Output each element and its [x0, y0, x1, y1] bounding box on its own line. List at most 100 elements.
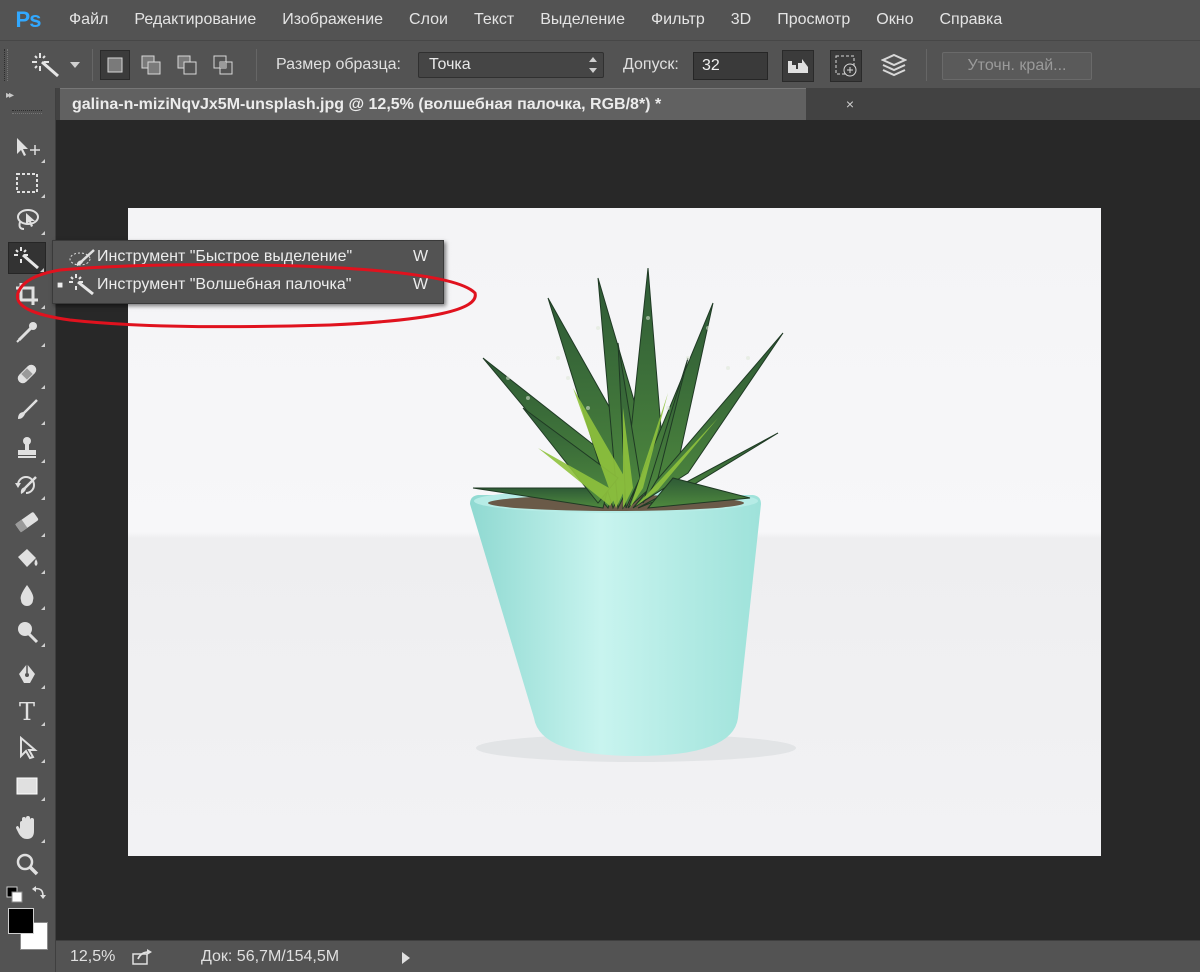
paint-bucket-icon: [18, 549, 38, 567]
menu-window[interactable]: Окно: [863, 0, 926, 40]
lasso-tool[interactable]: [8, 204, 46, 236]
crop-tool[interactable]: [8, 278, 46, 310]
blur-tool[interactable]: [8, 579, 46, 611]
menu-type[interactable]: Текст: [461, 0, 527, 40]
magic-wand-tool[interactable]: [8, 242, 46, 274]
flyout-item-label: Инструмент "Быстрое выделение": [97, 248, 353, 265]
menu-bar: Ps Файл Редактирование Изображение Слои …: [0, 0, 1200, 40]
flyout-item-label: Инструмент "Волшебная палочка": [97, 276, 352, 293]
type-icon: T: [19, 699, 35, 723]
intersect-selection-icon: [213, 55, 233, 75]
document-canvas[interactable]: [128, 208, 1101, 856]
type-tool[interactable]: T: [8, 695, 46, 727]
options-bar: Размер образца: Точка Допуск: 32 Уточн. …: [0, 40, 1200, 88]
swap-colors-icon[interactable]: [31, 884, 47, 900]
layers-icon: [881, 53, 907, 77]
menu-3d[interactable]: 3D: [718, 0, 764, 40]
default-colors-icon[interactable]: [6, 886, 24, 904]
marquee-icon: [16, 173, 38, 193]
hand-tool[interactable]: [8, 812, 46, 844]
tool-group-indicator: [41, 231, 45, 235]
contiguous-icon: [835, 55, 857, 77]
brush-tool[interactable]: [8, 394, 46, 426]
menu-view[interactable]: Просмотр: [764, 0, 863, 40]
hand-icon: [16, 816, 34, 839]
rectangular-marquee-tool[interactable]: [8, 167, 46, 199]
tolerance-label: Допуск:: [623, 56, 679, 73]
tool-preset-picker[interactable]: [26, 49, 88, 81]
menu-image[interactable]: Изображение: [269, 0, 396, 40]
zoom-level[interactable]: 12,5%: [70, 941, 115, 972]
menu-edit[interactable]: Редактирование: [121, 0, 269, 40]
eraser-icon: [15, 512, 39, 533]
paint-bucket-tool[interactable]: [8, 543, 46, 575]
anti-alias-icon: [788, 59, 808, 73]
contiguous-toggle[interactable]: [830, 50, 862, 82]
tool-group-indicator: [41, 343, 45, 347]
sample-size-select[interactable]: Точка: [418, 52, 604, 78]
new-selection-button[interactable]: [100, 50, 130, 80]
sample-all-layers-toggle[interactable]: [878, 50, 910, 82]
options-bar-grip[interactable]: [4, 49, 8, 81]
menu-help[interactable]: Справка: [926, 0, 1015, 40]
intersect-selection-button[interactable]: [208, 50, 238, 80]
tool-group-indicator: [41, 606, 45, 610]
tool-group-indicator: [41, 797, 45, 801]
magic-wand-icon: [32, 53, 59, 78]
pen-icon: [19, 664, 35, 683]
document-tab[interactable]: galina-n-miziNqvJx5M-unsplash.jpg @ 12,5…: [60, 88, 806, 120]
tolerance-input[interactable]: 32: [693, 52, 768, 80]
tool-group-indicator: [41, 421, 45, 425]
stamp-icon: [18, 437, 36, 458]
export-icon[interactable]: [132, 949, 152, 965]
sample-size-label: Размер образца:: [276, 56, 401, 73]
refine-edge-button[interactable]: Уточн. край...: [942, 52, 1092, 80]
tool-flyout-menu: Инструмент "Быстрое выделение" W ■ Инстр…: [52, 240, 444, 304]
drop-icon: [20, 585, 34, 606]
succulent-photo: [470, 267, 796, 762]
menu-file[interactable]: Файл: [56, 0, 121, 40]
history-brush-tool[interactable]: [8, 469, 46, 501]
zoom-tool[interactable]: [8, 848, 46, 880]
tools-panel-grip[interactable]: [12, 110, 42, 114]
move-tool[interactable]: [8, 132, 46, 164]
path-selection-tool[interactable]: [8, 732, 46, 764]
flyout-item-magic-wand[interactable]: ■ Инструмент "Волшебная палочка" W: [53, 271, 443, 299]
flyout-item-quick-selection[interactable]: Инструмент "Быстрое выделение" W: [53, 243, 443, 271]
menu-select[interactable]: Выделение: [527, 0, 638, 40]
options-separator: [926, 49, 927, 81]
menu-filter[interactable]: Фильтр: [638, 0, 718, 40]
close-icon[interactable]: ×: [842, 94, 858, 114]
dodge-tool[interactable]: [8, 616, 46, 648]
subtract-selection-icon: [177, 55, 197, 75]
tool-group-indicator: [41, 722, 45, 726]
tool-group-indicator: [41, 385, 45, 389]
foreground-color-swatch[interactable]: [8, 908, 34, 934]
status-menu-arrow-icon[interactable]: [402, 952, 410, 964]
new-selection-icon: [107, 57, 123, 73]
collapse-panel-icon[interactable]: ▸▸: [6, 90, 14, 101]
active-bullet: ■: [56, 279, 64, 291]
history-brush-icon: [15, 476, 37, 494]
tool-group-indicator: [41, 533, 45, 537]
eraser-tool[interactable]: [8, 506, 46, 538]
tool-group-indicator: [41, 459, 45, 463]
status-bar: 12,5% Док: 56,7M/154,5M: [56, 940, 1200, 972]
subtract-from-selection-button[interactable]: [172, 50, 202, 80]
healing-brush-tool[interactable]: [8, 358, 46, 390]
quick-selection-icon: [69, 249, 95, 266]
eyedropper-icon: [16, 322, 37, 343]
tool-group-indicator: [41, 839, 45, 843]
add-to-selection-button[interactable]: [136, 50, 166, 80]
rectangle-tool[interactable]: [8, 770, 46, 802]
pen-tool[interactable]: [8, 658, 46, 690]
crop-icon: [16, 283, 38, 305]
svg-text:T: T: [19, 699, 35, 723]
menu-layers[interactable]: Слои: [396, 0, 461, 40]
tool-group-indicator: [41, 194, 45, 198]
add-selection-icon: [141, 55, 161, 75]
magic-wand-icon: [14, 247, 39, 270]
anti-alias-toggle[interactable]: [782, 50, 814, 82]
eyedropper-tool[interactable]: [8, 316, 46, 348]
clone-stamp-tool[interactable]: [8, 432, 46, 464]
